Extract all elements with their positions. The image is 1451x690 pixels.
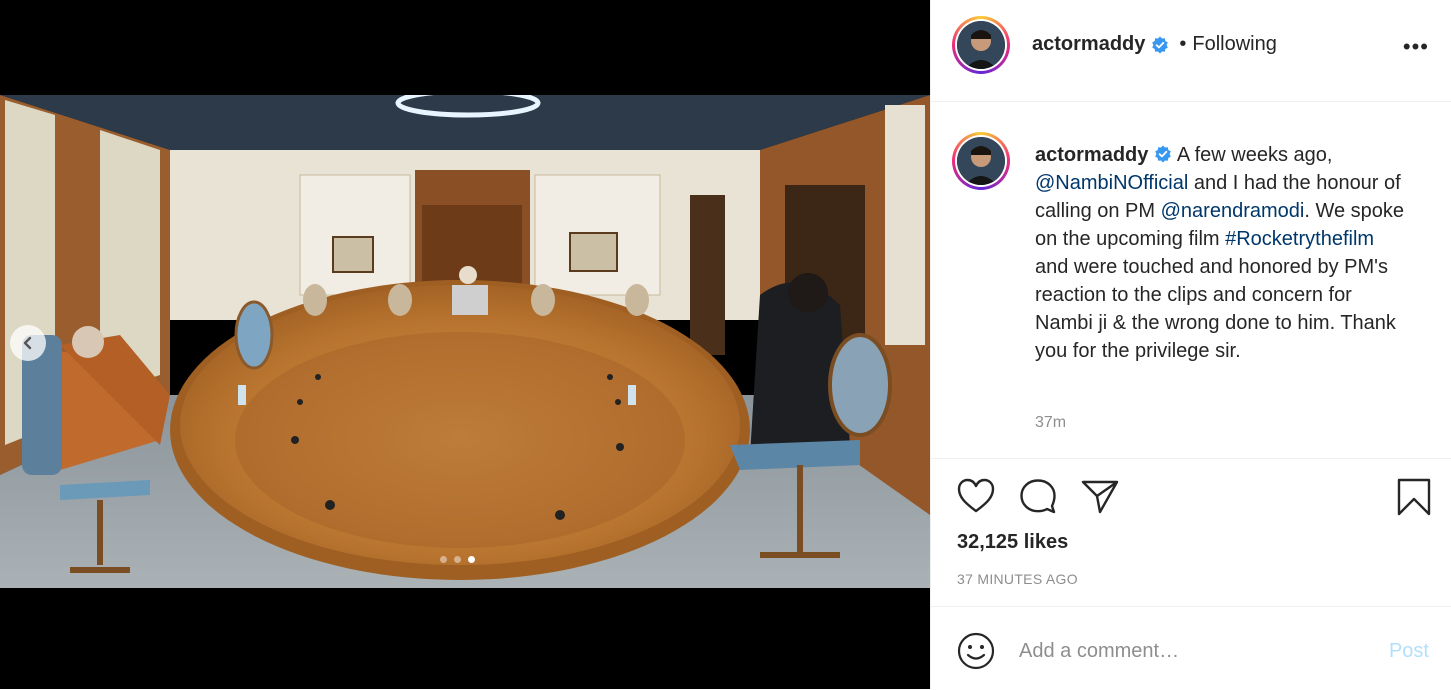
post-details-panel: actormaddy • Following ••• actormaddy A … xyxy=(930,0,1451,689)
post-time: 37 MINUTES AGO xyxy=(957,571,1078,587)
bookmark-icon xyxy=(1397,478,1431,516)
caption-text: and were touched and honored by PM's rea… xyxy=(1035,256,1396,362)
mention-link[interactable]: @narendramodi xyxy=(1161,200,1305,222)
comment-button[interactable] xyxy=(1019,478,1057,519)
avatar[interactable] xyxy=(952,16,1010,74)
avatar-image xyxy=(957,21,1005,69)
more-icon: ••• xyxy=(1402,34,1429,59)
post-header: actormaddy • Following ••• xyxy=(931,0,1451,102)
comment-icon xyxy=(1020,479,1056,514)
comment-bar: Post xyxy=(931,606,1451,690)
verified-badge-icon xyxy=(1152,36,1169,53)
follow-separator: • xyxy=(1179,33,1187,55)
carousel-dot xyxy=(440,556,447,563)
mention-link[interactable]: @NambiNOfficial xyxy=(1035,172,1188,194)
action-bar xyxy=(931,472,1451,522)
carousel-prev-button[interactable] xyxy=(10,325,46,361)
emoji-icon xyxy=(957,632,995,670)
carousel-dot-active xyxy=(468,556,475,563)
like-button[interactable] xyxy=(957,478,995,519)
share-icon xyxy=(1081,480,1119,514)
carousel-indicator xyxy=(440,556,475,563)
post-comment-button[interactable]: Post xyxy=(1389,640,1429,663)
caption-avatar[interactable] xyxy=(952,132,1010,190)
conference-room-image xyxy=(0,95,930,588)
caption-block: actormaddy A few weeks ago, @NambiNOffic… xyxy=(931,101,1451,459)
header-username[interactable]: actormaddy xyxy=(1032,33,1145,56)
carousel-dot xyxy=(454,556,461,563)
heart-icon xyxy=(957,478,995,513)
post-caption: actormaddy A few weeks ago, @NambiNOffic… xyxy=(1035,141,1405,365)
avatar-image xyxy=(957,137,1005,185)
caption-text: A few weeks ago, xyxy=(1172,144,1333,166)
chevron-left-icon xyxy=(23,336,32,350)
verified-badge-icon xyxy=(1155,145,1172,163)
post-media xyxy=(0,0,930,689)
save-button[interactable] xyxy=(1397,478,1431,521)
likes-count[interactable]: 32,125 likes xyxy=(957,531,1068,554)
share-button[interactable] xyxy=(1081,478,1119,519)
more-options-button[interactable]: ••• xyxy=(1403,34,1429,60)
hashtag-link[interactable]: #Rocketrythefilm xyxy=(1225,228,1374,250)
emoji-button[interactable] xyxy=(957,632,995,675)
caption-timestamp: 37m xyxy=(1035,414,1067,431)
comment-input[interactable] xyxy=(1017,633,1361,669)
caption-username[interactable]: actormaddy xyxy=(1035,144,1148,166)
following-button[interactable]: Following xyxy=(1192,33,1276,56)
post-photo[interactable] xyxy=(0,95,930,588)
